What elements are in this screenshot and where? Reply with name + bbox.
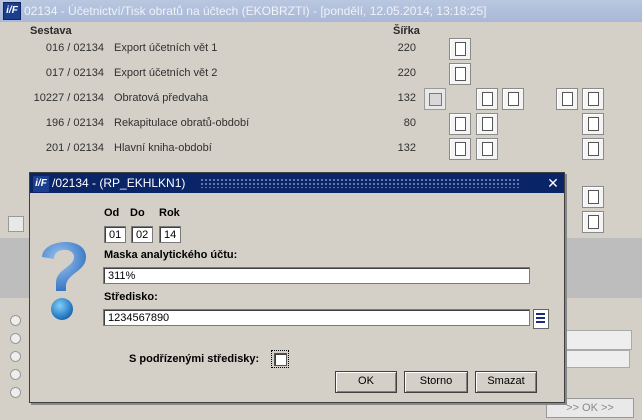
report-row[interactable]: 201 / 02134 Hlavní kniha-období 132 <box>0 137 642 161</box>
radio-option[interactable] <box>10 351 21 362</box>
do-month-field[interactable]: 02 <box>131 226 153 243</box>
print-icon[interactable] <box>476 88 498 110</box>
print-icon[interactable] <box>476 113 498 135</box>
report-name: Obratová předvaha <box>114 92 209 104</box>
subordinate-centers-checkbox[interactable] <box>274 353 287 366</box>
document-icon[interactable] <box>449 38 471 60</box>
report-row[interactable]: 017 / 02134 Export účetních vět 2 220 <box>0 62 642 86</box>
app-logo-icon: i/F <box>3 2 21 20</box>
dialog-title-bar: i/F /02134 - (RP_EKHLKN1) ✕ <box>30 173 564 193</box>
report-width: 220 <box>397 42 416 54</box>
od-label: Od <box>104 207 120 219</box>
xml-export-icon[interactable] <box>502 88 524 110</box>
edit-icon[interactable] <box>582 88 604 110</box>
edit-icon[interactable] <box>582 113 604 135</box>
title-bar-grip <box>200 178 520 188</box>
maska-label: Maska analytického účtu: <box>104 249 238 261</box>
smazat-button[interactable]: Smazat <box>475 371 537 393</box>
rok-year-field[interactable]: 14 <box>159 226 181 243</box>
subordinate-centers-focus <box>271 350 289 368</box>
background-title-bar: i/F 02134 - Účetnictví/Tisk obratů na úč… <box>0 0 642 22</box>
dropdown-arrow-icon[interactable] <box>8 216 24 232</box>
report-width: 132 <box>397 142 416 154</box>
app-logo-icon: i/F <box>32 175 50 193</box>
report-width: 80 <box>403 117 416 129</box>
dialog-title: /02134 - (RP_EKHLKN1) <box>52 176 186 190</box>
column-header-sirka: Šířka <box>393 25 420 37</box>
column-header-sestava: Sestava <box>30 25 72 37</box>
stredisko-label: Středisko: <box>104 291 158 303</box>
radio-option[interactable] <box>10 315 21 326</box>
report-row[interactable]: 10227 / 02134 Obratová předvaha 132 <box>0 87 642 111</box>
report-code: 016 / 02134 <box>45 42 104 54</box>
report-code: 201 / 02134 <box>45 142 104 154</box>
ok-button[interactable]: OK <box>335 371 397 393</box>
radio-option[interactable] <box>10 333 21 344</box>
report-width: 220 <box>397 67 416 79</box>
cost-center-field[interactable]: 1234567890 <box>103 309 530 326</box>
close-icon[interactable]: ✕ <box>544 174 562 192</box>
subordinate-centers-label: S podřízenými středisky: <box>129 353 260 365</box>
report-name: Rekapitulace obratů-období <box>114 117 250 129</box>
report-name: Export účetních vět 2 <box>114 67 218 79</box>
account-mask-field[interactable]: 311% <box>103 267 530 284</box>
report-name: Hlavní kniha-období <box>114 142 212 154</box>
help-question-icon <box>42 241 86 320</box>
preview-icon[interactable] <box>424 88 446 110</box>
print-icon[interactable] <box>476 138 498 160</box>
parameter-dialog: i/F /02134 - (RP_EKHLKN1) ✕ Od Do Rok 01… <box>29 172 565 403</box>
text-export-icon[interactable] <box>449 113 471 135</box>
edit-icon[interactable] <box>582 211 604 233</box>
od-month-field[interactable]: 01 <box>104 226 126 243</box>
word-export-icon[interactable] <box>556 88 578 110</box>
edit-icon[interactable] <box>582 186 604 208</box>
report-row[interactable]: 196 / 02134 Rekapitulace obratů-období 8… <box>0 112 642 136</box>
text-export-icon[interactable] <box>449 138 471 160</box>
rok-label: Rok <box>159 207 180 219</box>
document-icon[interactable] <box>449 63 471 85</box>
radio-option[interactable] <box>10 369 21 380</box>
report-code: 017 / 02134 <box>45 67 104 79</box>
report-code: 10227 / 02134 <box>33 92 104 104</box>
report-code: 196 / 02134 <box>45 117 104 129</box>
report-width: 132 <box>397 92 416 104</box>
background-window-title: 02134 - Účetnictví/Tisk obratů na účtech… <box>24 4 487 18</box>
report-name: Export účetních vět 1 <box>114 42 218 54</box>
storno-button[interactable]: Storno <box>404 371 468 393</box>
radio-option[interactable] <box>10 387 21 398</box>
do-label: Do <box>130 207 145 219</box>
list-picker-icon[interactable] <box>533 309 549 329</box>
edit-icon[interactable] <box>582 138 604 160</box>
report-row[interactable]: 016 / 02134 Export účetních vět 1 220 <box>0 37 642 61</box>
